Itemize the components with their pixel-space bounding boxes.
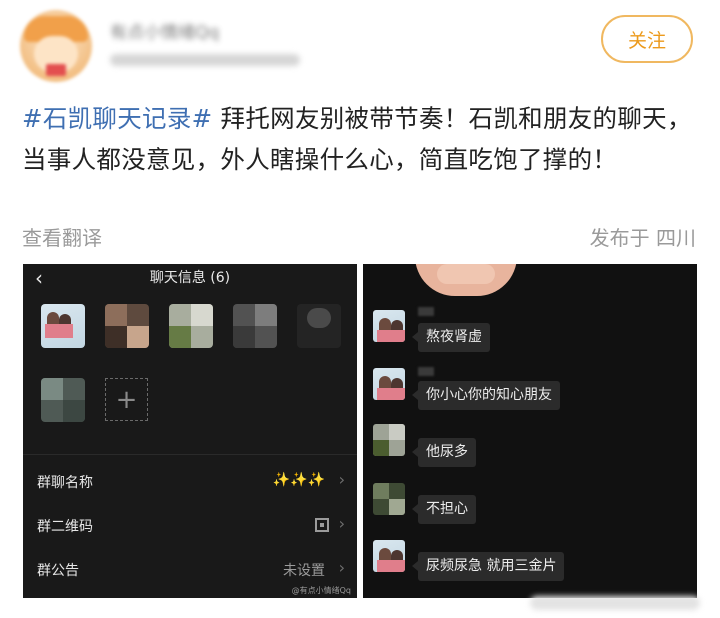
sender-avatar [373, 368, 405, 400]
sender-avatar [373, 540, 405, 572]
member-avatar-pixelated [41, 378, 85, 422]
post-text: #石凯聊天记录# 拜托网友别被带节奏！石凯和朋友的聊天，当事人都没意见，外人瞎操… [22, 98, 698, 180]
chat-bubble: 熬夜肾虚 [412, 323, 490, 352]
member-avatar-pixelated [105, 304, 149, 348]
sender-avatar-pixelated [373, 483, 405, 515]
screenshot-chat[interactable]: 熬夜肾虚 你小心你的知心朋友 他尿多 不担心 尿频尿急 就用三金片 [363, 264, 697, 598]
sender-name-blurred [418, 367, 434, 376]
chevron-right-icon: › [338, 558, 345, 577]
screenshot-group-info[interactable]: ‹ 聊天信息 (6) + 群聊名称 ✨✨✨ › 群二维码 › 群公告 未设置 › [23, 264, 357, 598]
chat-bubble: 不担心 [412, 495, 476, 524]
row-group-name[interactable]: 群聊名称 ✨✨✨ › [23, 460, 357, 504]
group-name-value: ✨✨✨ [272, 472, 325, 488]
chat-bubble: 尿频尿急 就用三金片 [411, 552, 565, 581]
chevron-right-icon: › [338, 514, 345, 533]
member-avatar-pixelated [169, 304, 213, 348]
watermark: @有点小情绪Qq [291, 586, 351, 595]
member-avatar [41, 304, 85, 348]
user-avatar[interactable] [20, 10, 92, 82]
sender-avatar [373, 310, 405, 342]
row-group-qr[interactable]: 群二维码 › [23, 504, 357, 548]
username[interactable]: 有点小情绪Qq [110, 18, 219, 43]
post-location: 发布于 四川 [589, 226, 696, 250]
group-qr-label: 群二维码 [37, 519, 93, 535]
group-notice-value: 未设置 [283, 563, 325, 579]
member-avatar-pixelated [297, 304, 341, 348]
add-member-button[interactable]: + [105, 378, 148, 421]
post-meta-blurred [110, 54, 300, 66]
cropped-photo [415, 264, 517, 296]
follow-button[interactable]: 关注 [601, 15, 693, 63]
group-name-label: 群聊名称 [37, 475, 93, 491]
member-avatar-pixelated [233, 304, 277, 348]
chat-bubble: 你小心你的知心朋友 [412, 381, 560, 410]
translate-link[interactable]: 查看翻译 [22, 222, 102, 251]
chevron-right-icon: › [338, 470, 345, 489]
chat-info-title: 聊天信息 (6) [149, 270, 231, 286]
hashtag-link[interactable]: #石凯聊天记录# [22, 104, 212, 133]
group-notice-label: 群公告 [37, 563, 79, 579]
bottom-watermark-blurred [530, 596, 700, 610]
qr-code-icon [315, 518, 329, 532]
sender-name-blurred [418, 307, 434, 316]
chat-bubble: 他尿多 [412, 438, 476, 467]
sender-avatar-pixelated [373, 424, 405, 456]
